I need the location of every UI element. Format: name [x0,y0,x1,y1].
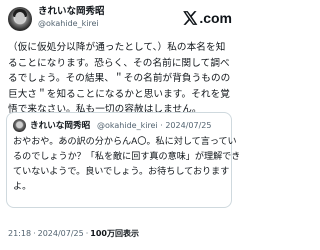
post-date[interactable]: 2024/07/25 [38,229,84,238]
quoted-post[interactable]: きれいな岡秀昭 @okahide_kirei · 2024/07/25 おやおや… [6,112,241,208]
quoted-post-date: 2024/07/25 [165,121,212,130]
meta-separator: · [160,121,163,130]
post-text: （仮に仮処分以降が通ったとして、）私の本名を知 ることになります。恐らく、その名… [8,40,234,118]
post-header: きれいな岡秀昭 @okahide_kirei .com [8,6,232,34]
footer-separator: · [85,229,89,238]
footer-separator: · [33,229,36,238]
quoted-post-text: おやおや。あの訳の分からんA〇。私に対して言ってい るのでしょうか？「私を敵に回… [13,135,241,195]
logo-text: .com [199,10,232,26]
author-display-name[interactable]: きれいな岡秀昭 [38,6,105,18]
post-card: きれいな岡秀昭 @okahide_kirei .com （仮に仮処分以降が通った… [0,0,240,250]
x-logo-icon [183,11,198,25]
post-text-line: るでしょう。その結果、＂その名前が背負うものの [8,73,231,85]
post-time[interactable]: 21:18 [8,229,31,238]
quoted-author-handle: @okahide_kirei [97,121,158,130]
quoted-post-meta: @okahide_kirei · 2024/07/25 [97,120,211,132]
post-text-line: ることになります。恐らく、その名前に関して調べ [8,57,230,69]
quoted-text-line: おやおや。あの訳の分からんA〇。私に対して言ってい [13,137,237,147]
author-handle[interactable]: @okahide_kirei [38,18,105,29]
author-info: きれいな岡秀昭 @okahide_kirei [38,6,105,29]
post-text-line: （仮に仮処分以降が通ったとして、）私の本名を知 [8,42,226,53]
avatar-face [15,12,25,24]
x-com-logo: .com [183,10,232,26]
quoted-text-line: よ。 [13,182,32,192]
post-footer: 21:18 · 2024/07/25 · 100万回表示 [8,228,139,240]
quoted-author-avatar [13,119,26,132]
author-avatar[interactable] [8,7,32,31]
post-text-line: 巨大さ＂を知ることになるかと思います。それを覚 [8,88,230,100]
quoted-text-line: るのでしょうか？「私を敵に回す真の意味」が理解でき [13,152,241,162]
view-count[interactable]: 100万回表示 [90,229,139,238]
quoted-author-name: きれいな岡秀昭 [30,121,91,131]
quoted-text-line: ていないようで。良いでしょう。お待ちしております [13,167,230,177]
